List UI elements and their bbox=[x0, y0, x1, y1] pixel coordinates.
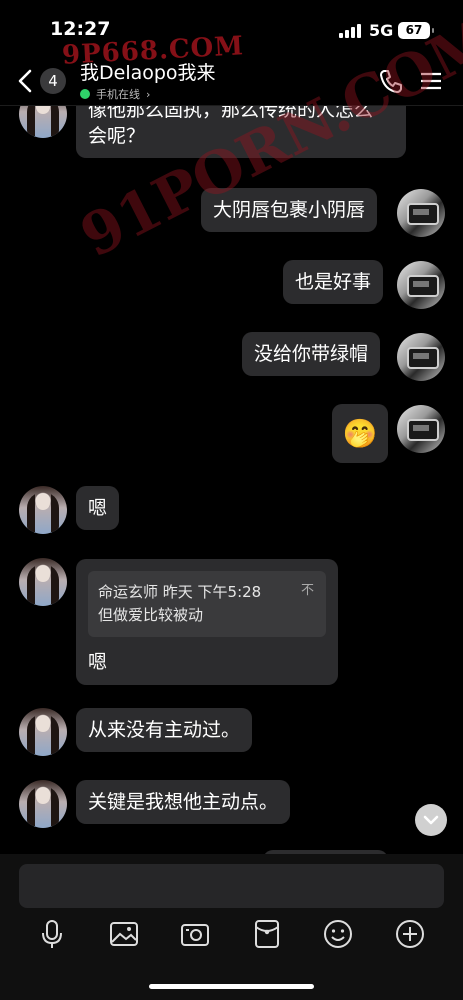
quote-close-icon[interactable]: 不 bbox=[301, 579, 314, 602]
status-bar: 12:27 5G 67 bbox=[0, 0, 463, 56]
quoted-message[interactable]: 不 命运玄师 昨天 下午5:28 但做爱比较被动 bbox=[88, 571, 326, 637]
plus-icon[interactable] bbox=[394, 918, 426, 950]
scroll-to-bottom-button[interactable] bbox=[415, 804, 447, 836]
network-label: 5G bbox=[369, 21, 394, 40]
signal-icon bbox=[339, 24, 361, 38]
message-bubble[interactable]: 也是好事 bbox=[283, 260, 384, 304]
chevron-right-icon: › bbox=[146, 88, 151, 101]
emoji-icon[interactable] bbox=[322, 918, 354, 950]
input-bar bbox=[0, 854, 463, 1000]
phone-call-icon[interactable] bbox=[376, 66, 406, 96]
message-list[interactable]: 像他那么固执，那么传统的人怎么 会呢？ 大阴唇包裹小阴唇 也是好事 没给你带绿帽… bbox=[0, 96, 463, 854]
contact-avatar[interactable] bbox=[19, 708, 67, 756]
status-time: 12:27 bbox=[50, 18, 111, 40]
contact-avatar[interactable] bbox=[19, 780, 67, 828]
home-indicator bbox=[149, 984, 314, 989]
contact-name[interactable]: 我Delaopo我来 bbox=[80, 58, 216, 85]
contact-avatar[interactable] bbox=[19, 558, 67, 606]
emoji-message-bubble[interactable]: 🤭 bbox=[332, 404, 388, 463]
message-line: 会呢？ bbox=[88, 125, 146, 147]
unread-badge[interactable]: 4 bbox=[40, 68, 66, 94]
message-bubble[interactable]: 从来没有主动过。 bbox=[76, 708, 253, 752]
back-arrow-icon[interactable] bbox=[14, 66, 38, 96]
chevron-down-icon bbox=[423, 815, 439, 825]
self-avatar[interactable] bbox=[397, 261, 445, 309]
self-avatar[interactable] bbox=[397, 189, 445, 237]
message-bubble[interactable]: 没给你带绿帽 bbox=[242, 332, 381, 376]
menu-icon[interactable] bbox=[416, 66, 446, 96]
self-avatar[interactable] bbox=[397, 405, 445, 453]
battery-icon: 67 bbox=[398, 22, 434, 39]
self-avatar[interactable] bbox=[397, 333, 445, 381]
reply-message-bubble[interactable]: 不 命运玄师 昨天 下午5:28 但做爱比较被动 嗯 bbox=[76, 559, 338, 685]
message-bubble[interactable]: 关键是我想他主动点。 bbox=[76, 780, 291, 824]
contact-avatar[interactable] bbox=[19, 486, 67, 534]
microphone-icon[interactable] bbox=[36, 918, 68, 950]
chat-header: 4 我Delaopo我来 手机在线 › bbox=[0, 56, 463, 106]
quote-text: 但做爱比较被动 bbox=[98, 606, 204, 624]
camera-icon[interactable] bbox=[179, 918, 211, 950]
presence-status[interactable]: 手机在线 › bbox=[80, 86, 150, 102]
presence-label: 手机在线 bbox=[96, 88, 140, 101]
message-bubble[interactable]: 嗯 bbox=[76, 486, 120, 530]
image-icon[interactable] bbox=[108, 918, 140, 950]
reply-text: 嗯 bbox=[88, 651, 108, 673]
message-bubble[interactable]: 大阴唇包裹小阴唇 bbox=[201, 188, 378, 232]
message-input[interactable] bbox=[19, 864, 444, 908]
hand-over-mouth-emoji-icon: 🤭 bbox=[342, 417, 378, 450]
quote-header: 命运玄师 昨天 下午5:28 bbox=[98, 583, 262, 601]
online-dot-icon bbox=[80, 89, 90, 99]
red-packet-icon[interactable] bbox=[251, 918, 283, 950]
